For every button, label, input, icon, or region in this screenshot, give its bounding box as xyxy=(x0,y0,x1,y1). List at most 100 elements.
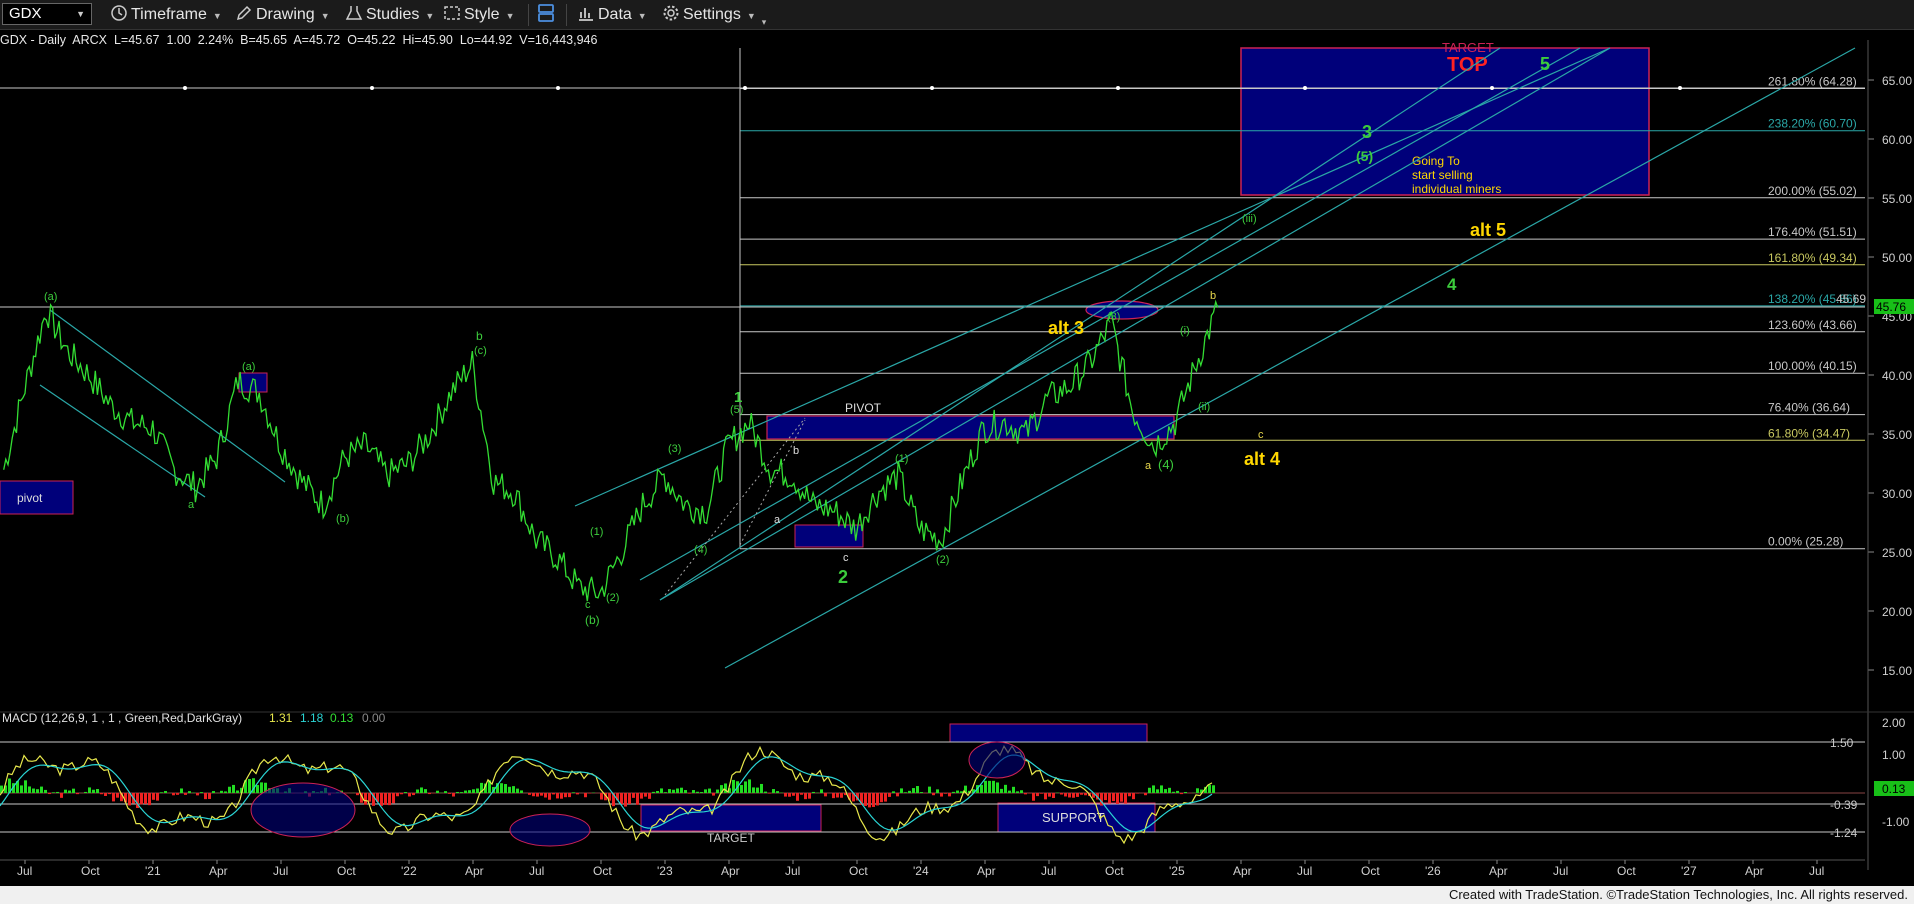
target-label: TARGET xyxy=(1442,40,1494,55)
macd-histogram-bar xyxy=(460,792,463,793)
price-series xyxy=(3,299,1219,602)
macd-value-1: 1.31 xyxy=(269,711,293,725)
going-to-line3: individual miners xyxy=(1412,182,1501,196)
macd-histogram-bar xyxy=(416,789,419,793)
macd-histogram-bar xyxy=(1196,788,1199,793)
macd-axis-label: 1.00 xyxy=(1882,748,1906,762)
macd-histogram-bar xyxy=(392,793,395,804)
line-handle[interactable] xyxy=(743,86,747,90)
fib-level-label: 238.20% (60.70) xyxy=(1768,117,1857,131)
macd-histogram-bar xyxy=(772,789,775,793)
macd-histogram-bar xyxy=(512,786,515,793)
pivot-box-label: pivot xyxy=(17,491,43,505)
macd-histogram-bar xyxy=(556,793,559,799)
macd-histogram-bar xyxy=(932,793,935,796)
macd-histogram-bar xyxy=(232,784,235,793)
macd-histogram-bar xyxy=(984,780,987,793)
macd-histogram-bar xyxy=(420,787,423,793)
macd-histogram-bar xyxy=(1136,793,1139,794)
price-axis-label: 30.00 xyxy=(1882,487,1912,501)
macd-histogram-bar xyxy=(800,793,803,795)
macd-histogram-bar xyxy=(452,793,455,797)
line-handle[interactable] xyxy=(183,86,187,90)
line-handle[interactable] xyxy=(1116,86,1120,90)
macd-histogram-bar xyxy=(876,793,879,806)
macd-histogram-bar xyxy=(36,789,39,793)
macd-histogram-bar xyxy=(764,791,767,793)
top-label: TOP xyxy=(1447,54,1488,76)
macd-histogram-bar xyxy=(784,793,787,797)
wave-label: (i) xyxy=(1180,325,1190,337)
macd-histogram-bar xyxy=(752,787,755,793)
macd-histogram-bar xyxy=(904,792,907,793)
macd-histogram-bar xyxy=(668,789,671,793)
macd-histogram-bar xyxy=(540,793,543,796)
time-axis-label: Apr xyxy=(209,864,228,878)
fib-level-label: 0.00% (25.28) xyxy=(1768,535,1843,549)
macd-histogram-bar xyxy=(584,793,587,798)
macd-target-zone xyxy=(640,804,822,832)
time-axis-label: Apr xyxy=(1233,864,1252,878)
line-handle[interactable] xyxy=(1490,86,1494,90)
going-to-line1: Going To xyxy=(1412,154,1460,168)
wave-label: c xyxy=(585,599,591,611)
macd-histogram-bar xyxy=(1116,793,1119,804)
line-handle[interactable] xyxy=(930,86,934,90)
macd-histogram-bar xyxy=(96,789,99,793)
wave-label: (b) xyxy=(336,513,349,525)
macd-histogram-bar xyxy=(628,793,631,804)
wave-label: 1 xyxy=(734,389,742,406)
macd-histogram-bar xyxy=(180,788,183,793)
macd-histogram-bar xyxy=(228,786,231,793)
macd-histogram-bar xyxy=(1152,785,1155,793)
macd-current-value: 0.13 xyxy=(1882,782,1906,796)
fib-level-label: 100.00% (40.15) xyxy=(1768,359,1857,373)
macd-histogram-bar xyxy=(740,785,743,793)
macd-histogram-bar xyxy=(48,793,51,795)
wave-label: (a) xyxy=(44,291,57,303)
macd-histogram-bar xyxy=(992,780,995,793)
wave-label: (ii) xyxy=(1198,401,1210,413)
macd-histogram-bar xyxy=(456,791,459,793)
line-handle[interactable] xyxy=(370,86,374,90)
line-handle[interactable] xyxy=(1678,86,1682,90)
macd-histogram-bar xyxy=(200,792,203,793)
wave-label: (5) xyxy=(1356,148,1373,164)
macd-label: MACD (12,26,9, 1 , 1 , Green,Red,DarkGra… xyxy=(2,711,242,725)
macd-histogram-bar xyxy=(560,793,563,799)
macd-histogram-bar xyxy=(356,793,359,796)
macd-histogram-bar xyxy=(1084,793,1087,796)
macd-histogram-bar xyxy=(44,789,47,793)
macd-histogram-bar xyxy=(680,787,683,793)
macd-histogram-bar xyxy=(864,793,867,806)
time-axis-label: Oct xyxy=(593,864,612,878)
line-handle[interactable] xyxy=(1303,86,1307,90)
macd-histogram-bar xyxy=(92,789,95,793)
wave-label: c xyxy=(1258,429,1264,441)
macd-histogram-bar xyxy=(500,783,503,793)
macd-histogram-bar xyxy=(160,792,163,793)
price-chart[interactable]: TARGET TOP Going To start selling indivi… xyxy=(0,0,1914,886)
macd-histogram-bar xyxy=(1000,788,1003,793)
wave-label: a xyxy=(1145,460,1152,472)
wave-label: (4) xyxy=(1158,457,1174,472)
line-handle[interactable] xyxy=(556,86,560,90)
fib-level-label: 123.60% (43.66) xyxy=(1768,318,1857,332)
macd-histogram-bar xyxy=(936,789,939,793)
time-axis-label: Jul xyxy=(1809,864,1824,878)
macd-histogram-bar xyxy=(172,793,175,796)
macd-histogram-bar xyxy=(108,793,111,795)
time-axis-label: Oct xyxy=(849,864,868,878)
macd-histogram-bar xyxy=(368,793,371,802)
macd-value-2: 1.18 xyxy=(300,711,324,725)
time-axis-label: Apr xyxy=(1489,864,1508,878)
macd-histogram-bar xyxy=(412,793,415,796)
wave-label: b xyxy=(793,445,799,457)
macd-histogram-bar xyxy=(1004,784,1007,793)
macd-histogram-bar xyxy=(812,791,815,793)
wave-label: 4 xyxy=(1447,275,1457,294)
macd-histogram-bar xyxy=(68,790,71,793)
macd-histogram-bar xyxy=(568,793,571,798)
macd-histogram-bar xyxy=(100,793,103,795)
macd-histogram-bar xyxy=(1068,793,1071,798)
